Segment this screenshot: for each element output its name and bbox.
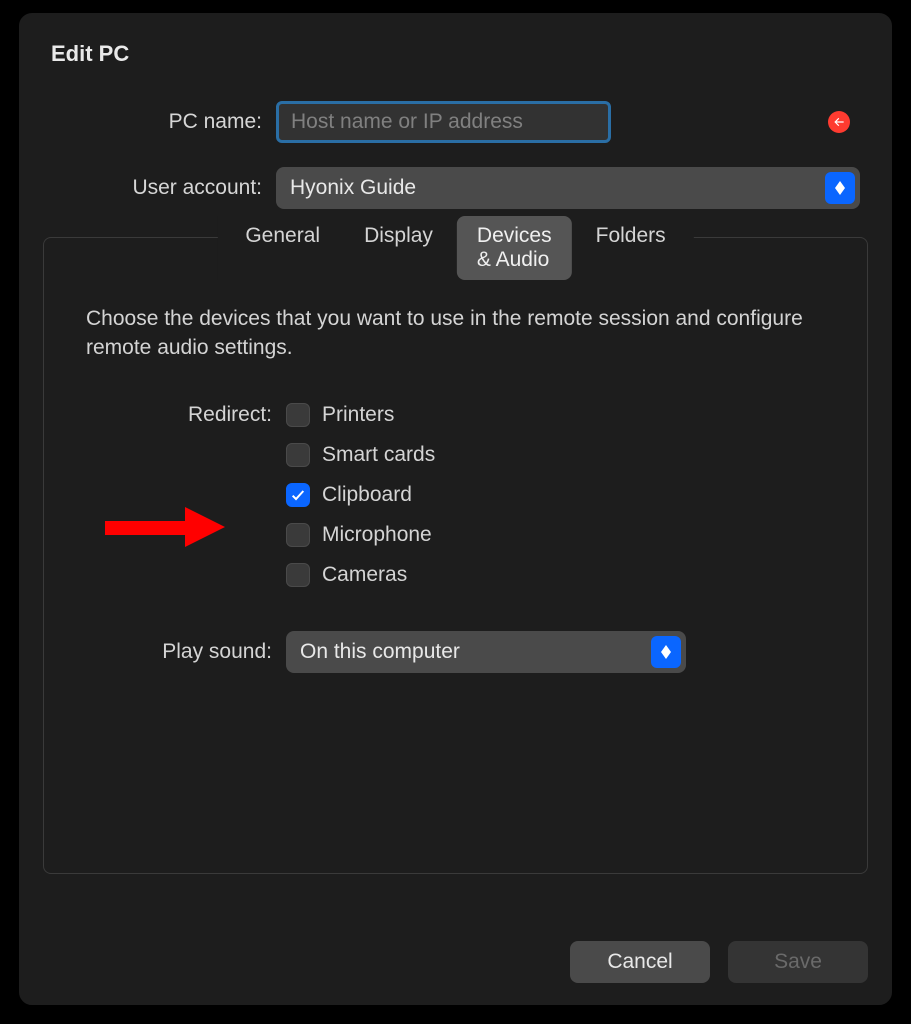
error-icon — [828, 111, 850, 133]
cameras-checkbox[interactable] — [286, 563, 310, 587]
play-sound-value: On this computer — [300, 640, 460, 664]
edit-pc-dialog: Edit PC PC name: User account: Hyonix Gu… — [18, 12, 893, 1006]
smart-cards-checkbox[interactable] — [286, 443, 310, 467]
printers-label: Printers — [322, 403, 394, 427]
cameras-label: Cameras — [322, 563, 407, 587]
printers-option[interactable]: Printers — [286, 403, 435, 427]
redirect-label: Redirect: — [86, 403, 286, 427]
tab-bar: General Display Devices & Audio Folders — [217, 216, 693, 280]
microphone-checkbox[interactable] — [286, 523, 310, 547]
cameras-option[interactable]: Cameras — [286, 563, 435, 587]
chevron-up-down-icon — [651, 636, 681, 668]
form-area: PC name: User account: Hyonix Guide — [43, 101, 868, 209]
smart-cards-option[interactable]: Smart cards — [286, 443, 435, 467]
tab-display[interactable]: Display — [344, 216, 453, 280]
play-sound-select[interactable]: On this computer — [286, 631, 686, 673]
settings-panel: General Display Devices & Audio Folders … — [43, 237, 868, 874]
microphone-label: Microphone — [322, 523, 432, 547]
pc-name-input-wrap — [276, 101, 860, 143]
user-account-value: Hyonix Guide — [290, 176, 416, 200]
tab-general[interactable]: General — [225, 216, 340, 280]
tab-devices-audio[interactable]: Devices & Audio — [457, 216, 572, 280]
user-account-label: User account: — [51, 176, 276, 200]
printers-checkbox[interactable] — [286, 403, 310, 427]
save-button[interactable]: Save — [728, 941, 868, 983]
chevron-up-down-icon — [825, 172, 855, 204]
user-account-row: User account: Hyonix Guide — [51, 167, 860, 209]
cancel-button[interactable]: Cancel — [570, 941, 710, 983]
user-account-select[interactable]: Hyonix Guide — [276, 167, 860, 209]
tab-folders[interactable]: Folders — [576, 216, 686, 280]
microphone-option[interactable]: Microphone — [286, 523, 435, 547]
play-sound-row: Play sound: On this computer — [86, 631, 825, 673]
pc-name-input[interactable] — [276, 101, 611, 143]
dialog-title: Edit PC — [51, 41, 868, 67]
pc-name-row: PC name: — [51, 101, 860, 143]
clipboard-label: Clipboard — [322, 483, 412, 507]
clipboard-option[interactable]: Clipboard — [286, 483, 435, 507]
panel-description: Choose the devices that you want to use … — [86, 304, 825, 363]
pc-name-label: PC name: — [51, 110, 276, 134]
redirect-options: Printers Smart cards Clipboard — [286, 403, 435, 587]
play-sound-label: Play sound: — [86, 640, 286, 664]
clipboard-checkbox[interactable] — [286, 483, 310, 507]
dialog-footer: Cancel Save — [570, 941, 868, 983]
smart-cards-label: Smart cards — [322, 443, 435, 467]
redirect-row: Redirect: Printers Smart cards — [86, 403, 825, 587]
annotation-arrow-icon — [105, 507, 225, 547]
